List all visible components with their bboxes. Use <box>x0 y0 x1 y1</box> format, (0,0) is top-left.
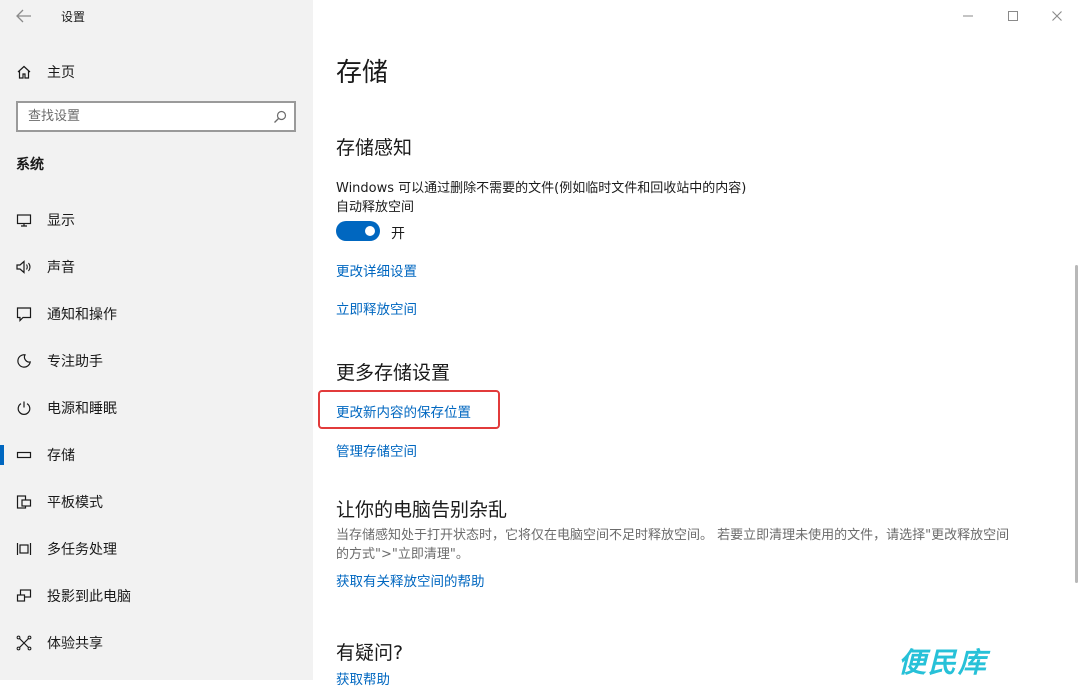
sidebar-item-label: 声音 <box>47 260 75 276</box>
storage-sense-description-2: 自动释放空间 <box>336 200 415 215</box>
page-title: 存储 <box>336 58 389 88</box>
free-space-help-link[interactable]: 获取有关释放空间的帮助 <box>336 570 485 590</box>
project-icon <box>15 587 33 605</box>
watermark-text: 便民库 <box>898 646 989 679</box>
change-settings-link[interactable]: 更改详细设置 <box>336 260 417 280</box>
sidebar: 设置 主页 系统 显示 声音 通知和操作 专注助手 <box>0 0 313 680</box>
search-box[interactable] <box>16 101 296 132</box>
sidebar-item-tablet-mode[interactable]: 平板模式 <box>0 484 313 520</box>
power-icon <box>15 399 33 417</box>
manage-storage-spaces-link[interactable]: 管理存储空间 <box>336 440 417 460</box>
sidebar-item-label: 通知和操作 <box>47 307 117 323</box>
notification-icon <box>15 305 33 323</box>
app-title: 设置 <box>61 10 86 24</box>
sidebar-item-multitasking[interactable]: 多任务处理 <box>0 531 313 567</box>
sidebar-item-power-sleep[interactable]: 电源和睡眠 <box>0 390 313 426</box>
highlight-box <box>318 390 500 429</box>
sidebar-item-notifications[interactable]: 通知和操作 <box>0 296 313 332</box>
storage-sense-description: Windows 可以通过删除不需要的文件(例如临时文件和回收站中的内容) <box>336 181 747 196</box>
questions-heading: 有疑问? <box>336 642 404 664</box>
free-space-now-link[interactable]: 立即释放空间 <box>336 298 417 318</box>
sidebar-item-shared-experiences[interactable]: 体验共享 <box>0 625 313 661</box>
maximize-button[interactable] <box>1003 6 1023 26</box>
toggle-state-label: 开 <box>391 226 405 242</box>
back-arrow-icon[interactable] <box>14 6 34 26</box>
sidebar-item-label: 平板模式 <box>47 495 103 511</box>
display-icon <box>15 211 33 229</box>
home-icon <box>15 63 33 81</box>
sidebar-item-label: 多任务处理 <box>47 542 117 558</box>
sidebar-item-focus-assist[interactable]: 专注助手 <box>0 343 313 379</box>
sidebar-item-project-to-pc[interactable]: 投影到此电脑 <box>0 578 313 614</box>
sidebar-item-label: 体验共享 <box>47 636 103 652</box>
close-button[interactable] <box>1047 6 1067 26</box>
declutter-text-line-1: 当存储感知处于打开状态时，它将仅在电脑空间不足时释放空间。 若要立即清理未使用的… <box>336 528 1010 543</box>
sidebar-item-label: 专注助手 <box>47 354 103 370</box>
scrollbar[interactable] <box>1075 265 1078 583</box>
declutter-text-line-2: 的方式">"立即清理"。 <box>336 547 469 562</box>
sidebar-item-storage[interactable]: 存储 <box>0 437 313 473</box>
toggle-knob <box>365 226 375 236</box>
sidebar-item-display[interactable]: 显示 <box>0 202 313 238</box>
search-input[interactable] <box>18 103 268 130</box>
more-storage-heading: 更多存储设置 <box>336 362 451 384</box>
minimize-button[interactable] <box>958 6 978 26</box>
storage-sense-toggle[interactable] <box>336 221 380 241</box>
speaker-icon <box>15 258 33 276</box>
sidebar-item-label: 投影到此电脑 <box>47 589 131 605</box>
sidebar-item-label: 存储 <box>47 448 75 464</box>
sidebar-item-label: 电源和睡眠 <box>47 401 117 417</box>
sidebar-item-home[interactable]: 主页 <box>0 54 313 90</box>
get-help-link[interactable]: 获取帮助 <box>336 668 390 688</box>
tablet-icon <box>15 493 33 511</box>
moon-icon <box>15 352 33 370</box>
declutter-heading: 让你的电脑告别杂乱 <box>336 499 508 521</box>
multitask-icon <box>15 540 33 558</box>
storage-icon <box>15 446 33 464</box>
sidebar-item-sound[interactable]: 声音 <box>0 249 313 285</box>
sidebar-section-label: 系统 <box>16 157 44 173</box>
sidebar-item-label: 主页 <box>47 65 75 81</box>
share-icon <box>15 634 33 652</box>
storage-sense-heading: 存储感知 <box>336 137 413 159</box>
sidebar-item-label: 显示 <box>47 213 75 229</box>
search-icon[interactable] <box>272 109 288 125</box>
